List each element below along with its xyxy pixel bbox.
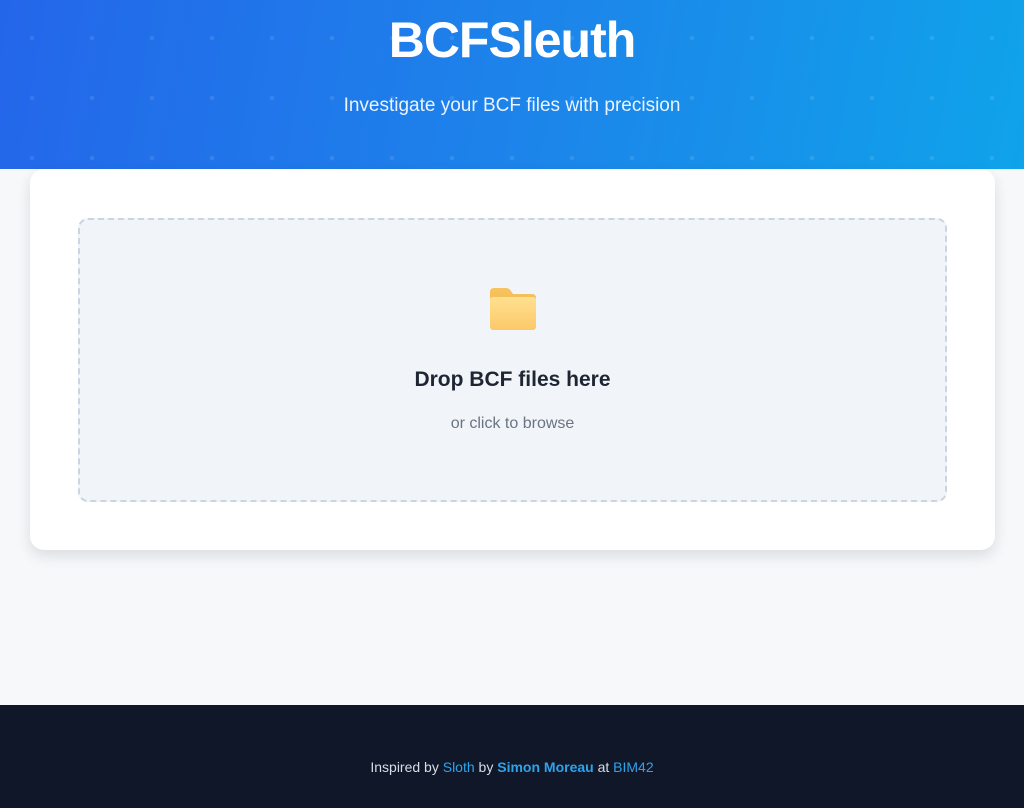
upload-card: Drop BCF files here or click to browse <box>30 169 995 550</box>
author-link[interactable]: Simon Moreau <box>497 759 593 775</box>
folder-icon <box>490 288 536 330</box>
app-subtitle: Investigate your BCF files with precisio… <box>343 95 681 116</box>
sloth-link[interactable]: Sloth <box>443 759 475 775</box>
footer-at-text: at <box>597 759 610 775</box>
file-dropzone[interactable]: Drop BCF files here or click to browse <box>78 218 947 502</box>
footer-credits: Inspired by Sloth by Simon Moreau at BIM… <box>0 757 1024 777</box>
app-header: BCFSleuth Investigate your BCF files wit… <box>0 0 1024 169</box>
app-title: BCFSleuth <box>388 12 637 68</box>
footer-by-text: by <box>478 759 494 775</box>
dropzone-title: Drop BCF files here <box>414 368 611 391</box>
page-footer: Inspired by Sloth by Simon Moreau at BIM… <box>0 705 1024 808</box>
dropzone-hint: or click to browse <box>450 415 575 432</box>
bim42-link[interactable]: BIM42 <box>613 759 653 775</box>
footer-prefix: Inspired by <box>370 759 439 775</box>
